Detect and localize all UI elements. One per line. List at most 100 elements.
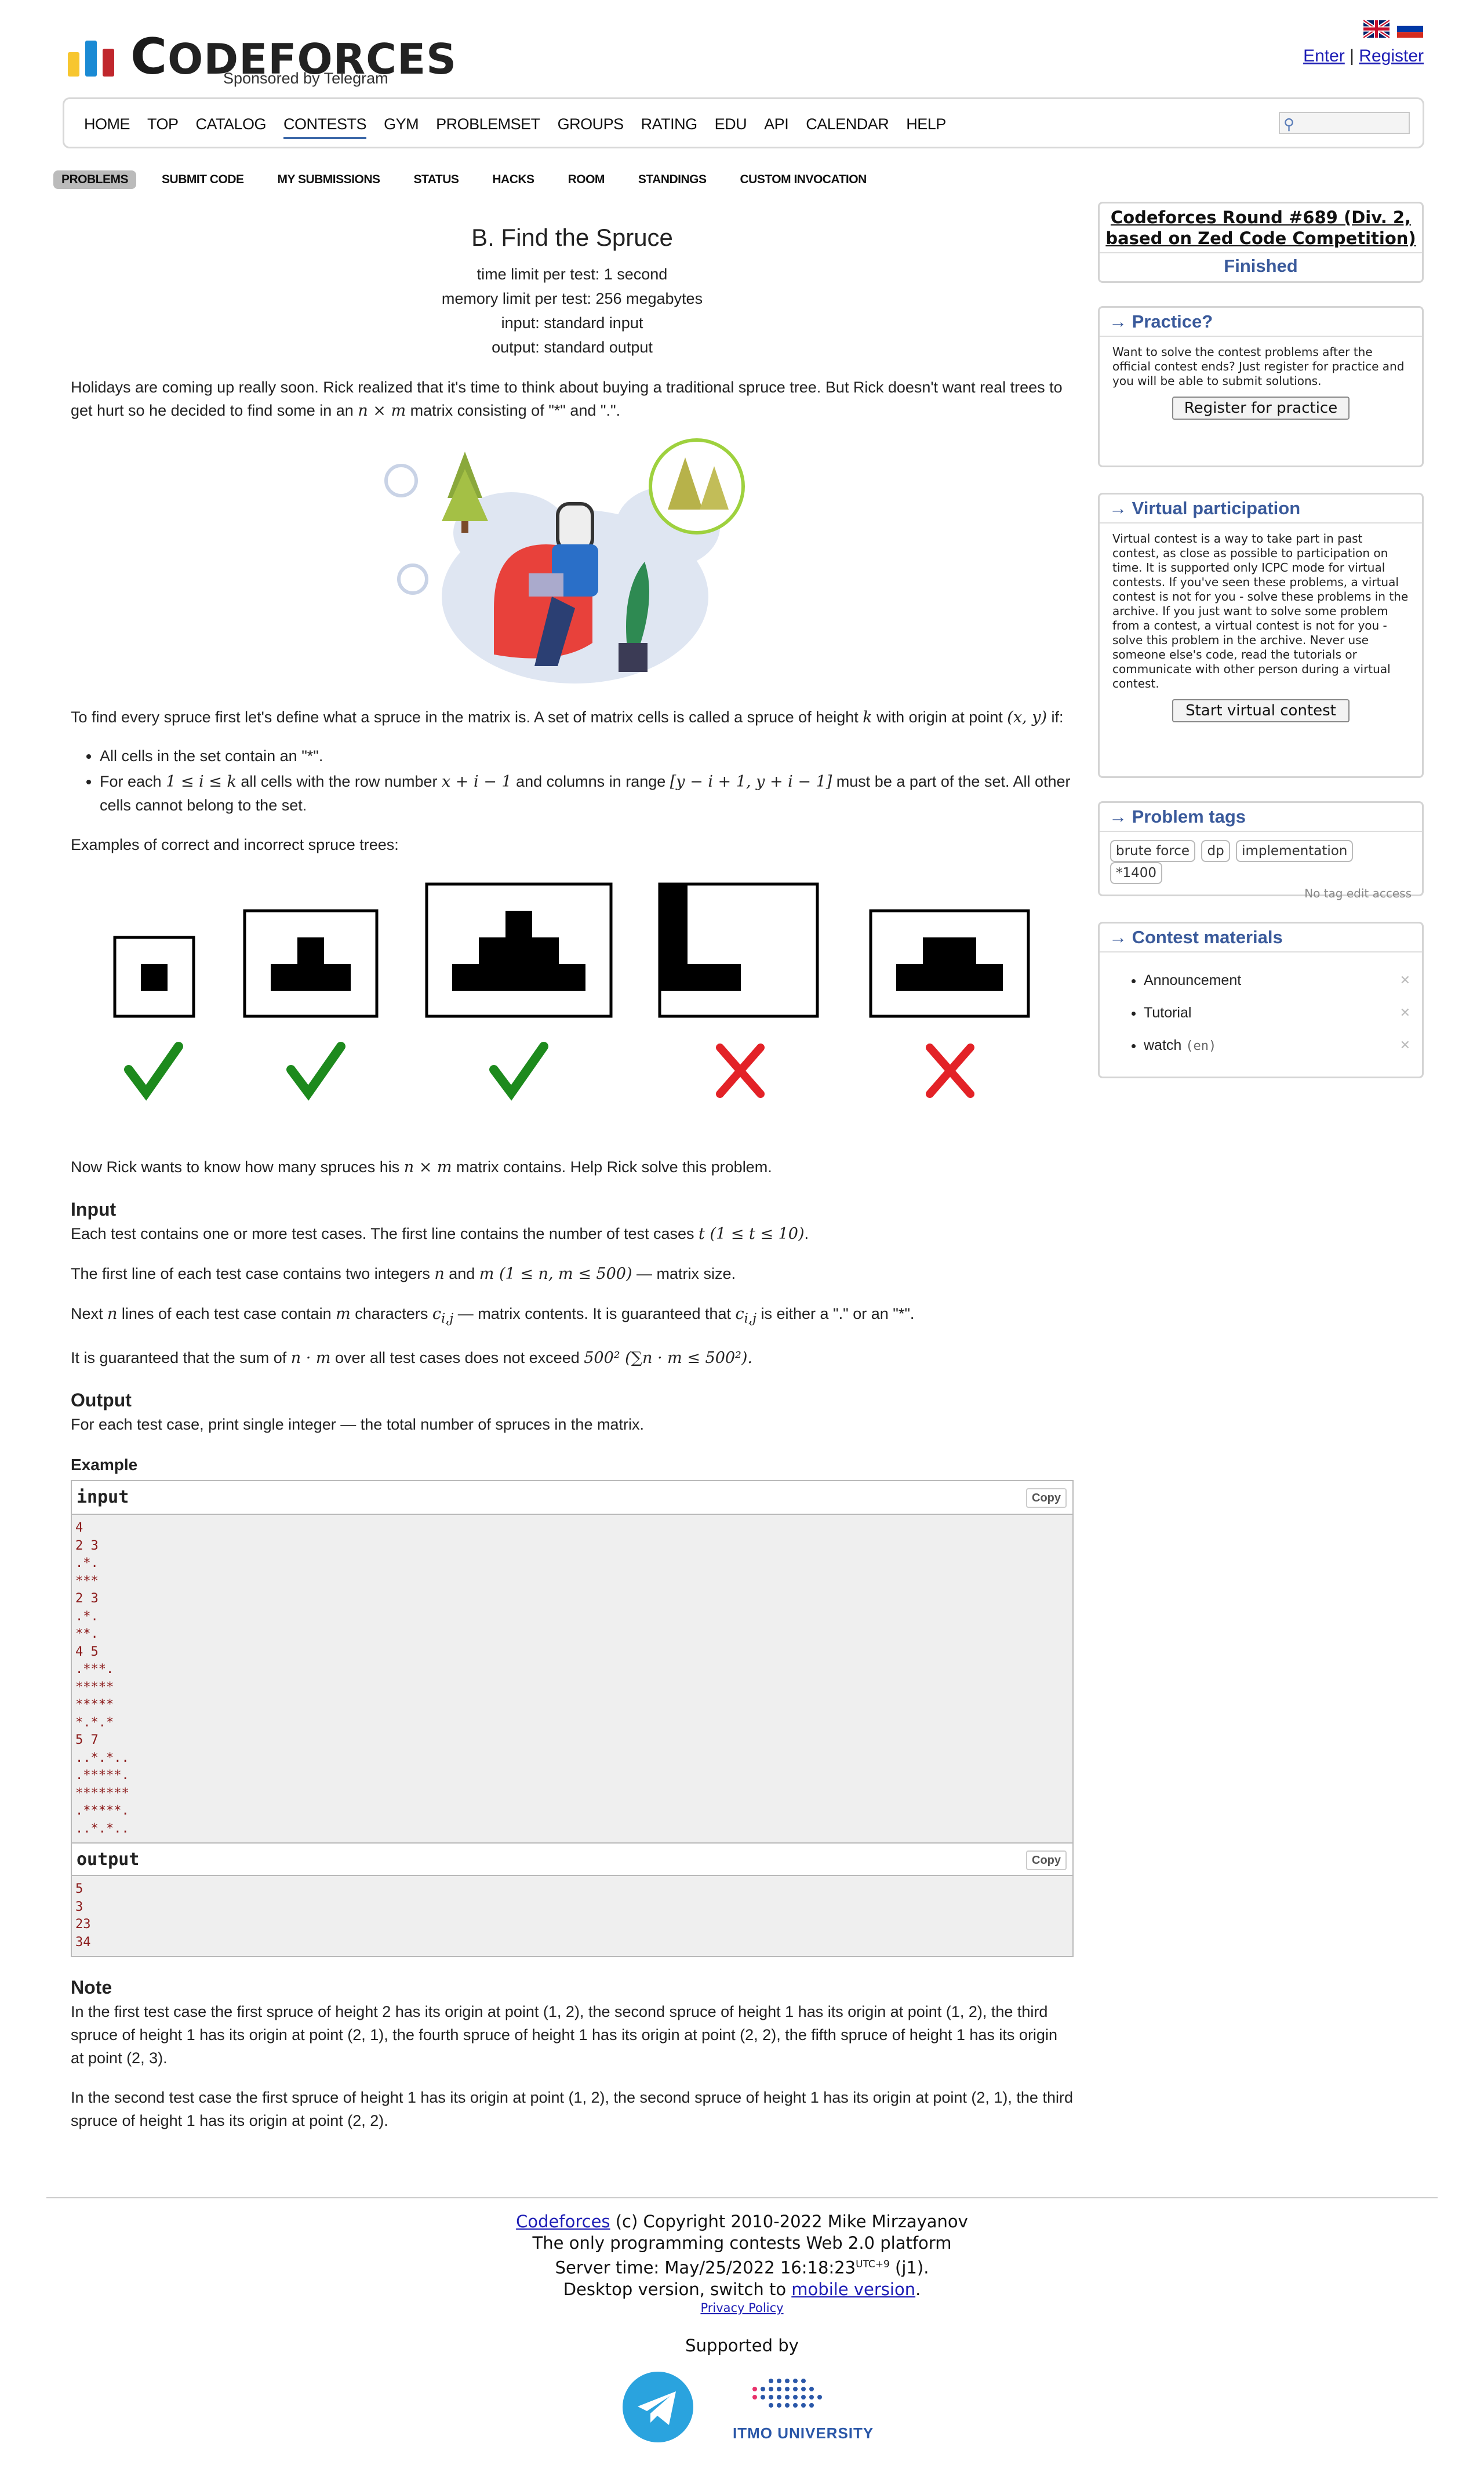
legend-paragraph-1: Holidays are coming up really soon. Rick… <box>71 379 1063 420</box>
spruce-example-3 <box>425 882 613 1018</box>
itmo-logo-icon[interactable] <box>742 2374 841 2420</box>
tags-title: → Problem tags <box>1100 803 1422 832</box>
problem-statement: B. Find the Spruce time limit per test: … <box>71 220 1074 2132</box>
condition-2: For each 1 ≤ i ≤ k all cells with the ro… <box>100 770 1074 817</box>
contest-submenu: PROBLEMS SUBMIT CODE MY SUBMISSIONS STAT… <box>53 170 892 189</box>
menu-groups[interactable]: GROUPS <box>558 115 624 133</box>
tab-problems[interactable]: PROBLEMS <box>53 170 137 189</box>
auth-links: Enter | Register <box>1303 46 1424 66</box>
tree-circle-icon <box>649 438 745 535</box>
contest-status: Finished <box>1224 256 1298 276</box>
spruce-example-4 <box>658 882 819 1018</box>
input-paragraph-3: Next n lines of each test case contain m… <box>71 1305 915 1326</box>
copy-input-button[interactable]: Copy <box>1026 1488 1067 1508</box>
example-box: input Copy 4 2 3 .*. *** 2 3 .*. **. 4 5 … <box>71 1480 1074 1958</box>
enter-link[interactable]: Enter <box>1303 46 1345 66</box>
practice-title: → Practice? <box>1100 308 1422 337</box>
spruce-examples-figure <box>113 882 1030 1101</box>
supported-by: Supported by <box>685 2335 799 2355</box>
tags-note: No tag edit access <box>1304 886 1412 900</box>
menu-edu[interactable]: EDU <box>715 115 747 133</box>
cross-icon <box>926 1044 974 1098</box>
close-icon: ✕ <box>1399 973 1410 987</box>
tag-difficulty[interactable]: *1400 <box>1110 862 1163 884</box>
spruce-example-1 <box>113 936 195 1018</box>
gear-icon <box>397 563 428 595</box>
material-watch[interactable]: watch (en)✕ <box>1144 1029 1410 1063</box>
register-link[interactable]: Register <box>1359 46 1424 66</box>
material-tutorial[interactable]: Tutorial✕ <box>1144 997 1410 1029</box>
close-icon: ✕ <box>1399 1038 1410 1052</box>
cross-icon <box>716 1044 765 1098</box>
check-icon <box>124 1042 183 1101</box>
language-switcher <box>1363 20 1427 41</box>
menu-rating[interactable]: RATING <box>641 115 698 133</box>
tag-implementation[interactable]: implementation <box>1236 840 1354 862</box>
time-limit: time limit per test: 1 second <box>477 266 668 283</box>
zebra-illustration <box>384 438 745 683</box>
gear-icon <box>384 464 418 497</box>
material-announcement[interactable]: Announcement✕ <box>1144 964 1410 997</box>
note-section-title: Note <box>71 1977 112 1998</box>
tag-brute-force[interactable]: brute force <box>1110 840 1196 862</box>
mobile-version-link[interactable]: mobile version <box>791 2279 915 2299</box>
codeforces-link[interactable]: Codeforces <box>516 2212 610 2231</box>
example-output[interactable]: 5 3 23 34 <box>72 1876 1072 1957</box>
menu-contests[interactable]: CONTESTS <box>283 115 367 139</box>
menu-api[interactable]: API <box>764 115 789 133</box>
output-paragraph: For each test case, print single integer… <box>71 1416 644 1434</box>
example-output-label: output Copy <box>72 1842 1072 1877</box>
footer-divider <box>46 2197 1438 2198</box>
close-icon: ✕ <box>1399 1005 1410 1020</box>
footer: Codeforces (c) Copyright 2010-2022 Mike … <box>0 2211 1484 2449</box>
tab-hacks[interactable]: HACKS <box>484 170 542 189</box>
menu-calendar[interactable]: CALENDAR <box>806 115 889 133</box>
main-menu: HOME TOP CATALOG CONTESTS GYM PROBLEMSET… <box>63 97 1424 148</box>
search-icon: ⚲ <box>1283 115 1295 133</box>
materials-title: → Contest materials <box>1100 924 1422 952</box>
spruce-example-5 <box>869 909 1030 1018</box>
input-paragraph-4: It is guaranteed that the sum of n · m o… <box>71 1349 752 1368</box>
legend-paragraph-3: Now Rick wants to know how many spruces … <box>71 1158 772 1176</box>
menu-help[interactable]: HELP <box>906 115 946 133</box>
register-for-practice-button[interactable]: Register for practice <box>1172 397 1350 420</box>
tab-my-submissions[interactable]: MY SUBMISSIONS <box>270 170 388 189</box>
tab-submit-code[interactable]: SUBMIT CODE <box>154 170 252 189</box>
tab-custom-invocation[interactable]: CUSTOM INVOCATION <box>732 170 875 189</box>
practice-box: → Practice? Want to solve the contest pr… <box>1098 306 1424 467</box>
contest-title-link[interactable]: Codeforces Round #689 (Div. 2, based on … <box>1100 203 1422 253</box>
menu-catalog[interactable]: CATALOG <box>196 115 267 133</box>
codeforces-logo[interactable]: CODEFORCES Sponsored by Telegram <box>68 28 456 92</box>
telegram-logo-icon[interactable] <box>623 2371 693 2442</box>
spruce-conditions: All cells in the set contain an "*". For… <box>100 744 1074 817</box>
russian-flag-icon[interactable] <box>1397 20 1423 38</box>
contest-info-box: Codeforces Round #689 (Div. 2, based on … <box>1098 202 1424 283</box>
menu-home[interactable]: HOME <box>84 115 130 133</box>
note-paragraph-2: In the second test case the first spruce… <box>71 2089 1073 2130</box>
tab-room[interactable]: ROOM <box>560 170 613 189</box>
footer-line-4: Desktop version, switch to mobile versio… <box>563 2279 921 2299</box>
tag-dp[interactable]: dp <box>1201 840 1230 862</box>
auth-separator: | <box>1350 46 1354 66</box>
menu-top[interactable]: TOP <box>147 115 179 133</box>
output-section-title: Output <box>71 1390 132 1411</box>
start-virtual-contest-button[interactable]: Start virtual contest <box>1172 699 1350 722</box>
menu-gym[interactable]: GYM <box>384 115 419 133</box>
example-input[interactable]: 4 2 3 .*. *** 2 3 .*. **. 4 5 .***. ****… <box>72 1515 1072 1843</box>
memory-limit: memory limit per test: 256 megabytes <box>441 290 703 307</box>
input-paragraph-1: Each test contains one or more test case… <box>71 1225 809 1243</box>
practice-text: Want to solve the contest problems after… <box>1112 345 1405 388</box>
copy-output-button[interactable]: Copy <box>1026 1850 1067 1871</box>
check-icon <box>286 1042 345 1101</box>
search-input[interactable]: ⚲ <box>1279 112 1410 134</box>
privacy-policy-link[interactable]: Privacy Policy <box>700 2301 783 2315</box>
check-icon <box>489 1042 548 1101</box>
english-flag-icon[interactable] <box>1363 20 1390 38</box>
note-paragraph-1: In the first test case the first spruce … <box>71 2003 1057 2067</box>
tab-standings[interactable]: STANDINGS <box>630 170 715 189</box>
menu-problemset[interactable]: PROBLEMSET <box>436 115 540 133</box>
sponsor-text: Sponsored by Telegram <box>223 70 388 87</box>
example-title: Example <box>71 1456 138 1474</box>
tab-status[interactable]: STATUS <box>406 170 467 189</box>
footer-line-1: Codeforces (c) Copyright 2010-2022 Mike … <box>516 2212 968 2231</box>
